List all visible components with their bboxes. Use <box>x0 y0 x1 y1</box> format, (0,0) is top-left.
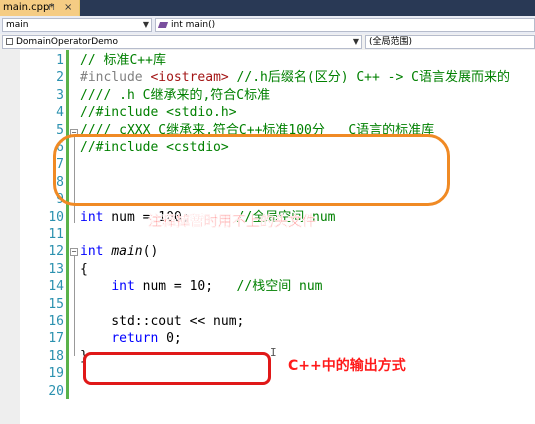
line-number: 20 <box>48 383 64 399</box>
line-number: 3 <box>56 87 64 103</box>
line-number: 13 <box>48 261 64 277</box>
annotation-box-includes <box>53 134 450 206</box>
line-number: 5 <box>56 122 64 138</box>
document-tab-strip: main.cpp* ⊓ × <box>0 0 535 16</box>
chevron-down-icon: ▼ <box>142 20 149 29</box>
file-scope-value: main <box>6 20 29 30</box>
code-line[interactable]: //// .h C继承来的,符合C标准 <box>80 87 270 104</box>
line-number: 10 <box>48 209 64 225</box>
line-number: 19 <box>48 366 64 382</box>
file-scope-dropdown[interactable]: main ▼ <box>2 18 152 32</box>
line-number: 11 <box>48 227 64 242</box>
breakpoint-margin[interactable] <box>0 50 20 424</box>
line-number: 14 <box>48 279 64 295</box>
annotation-label-includes: 注释掉暂时用不上的头文件 <box>148 214 316 230</box>
tab-main-cpp[interactable]: main.cpp* ⊓ × <box>0 0 80 16</box>
navigation-bar: main ▼ int main() <box>0 16 535 35</box>
line-number: 18 <box>48 348 64 364</box>
line-number: 4 <box>56 105 64 121</box>
code-line[interactable]: { <box>80 261 88 278</box>
code-line[interactable]: return 0; <box>80 330 181 347</box>
code-line[interactable]: #include <iostream> //.h后缀名(区分) C++ -> C… <box>80 69 510 86</box>
project-dropdown[interactable]: DomainOperatorDemo ▼ <box>2 35 362 49</box>
fold-toggle-icon[interactable]: − <box>70 248 78 256</box>
code-line[interactable]: //#include <stdio.h> <box>80 104 237 121</box>
function-value: int main() <box>171 20 216 30</box>
line-number: 1 <box>56 53 64 68</box>
line-number: 15 <box>48 296 64 312</box>
code-line[interactable]: int main() <box>80 243 158 260</box>
function-icon <box>157 21 169 28</box>
annotation-box-cout <box>83 352 271 385</box>
line-number: 12 <box>48 244 64 260</box>
code-line[interactable]: std::cout << num; <box>80 313 244 330</box>
line-number: 17 <box>48 331 64 347</box>
fold-line <box>74 256 75 356</box>
scope-value: (全局范围) <box>369 37 413 47</box>
project-icon <box>6 38 13 45</box>
function-dropdown[interactable]: int main() <box>155 18 535 32</box>
chevron-down-icon: ▼ <box>352 37 359 46</box>
annotation-label-cout: C++中的输出方式 <box>288 358 406 374</box>
close-icon[interactable]: × <box>64 0 72 16</box>
line-number: 2 <box>56 70 64 86</box>
line-number: 16 <box>48 314 64 329</box>
text-cursor-icon: I <box>270 346 277 359</box>
code-line[interactable]: // 标准C++库 <box>80 52 166 69</box>
code-line[interactable]: int num = 10; //栈空间 num <box>80 278 322 295</box>
change-tracking-bar <box>66 50 69 399</box>
scope-dropdown[interactable]: (全局范围) <box>365 35 535 49</box>
pin-icon[interactable]: ⊓ <box>48 0 55 16</box>
project-value: DomainOperatorDemo <box>16 37 118 47</box>
scope-bar: DomainOperatorDemo ▼ (全局范围) <box>0 34 535 51</box>
tab-title: main.cpp* <box>3 2 55 13</box>
code-editor[interactable]: − − 1// 标准C++库 2 #include <iostream> //.h后… <box>0 50 535 424</box>
